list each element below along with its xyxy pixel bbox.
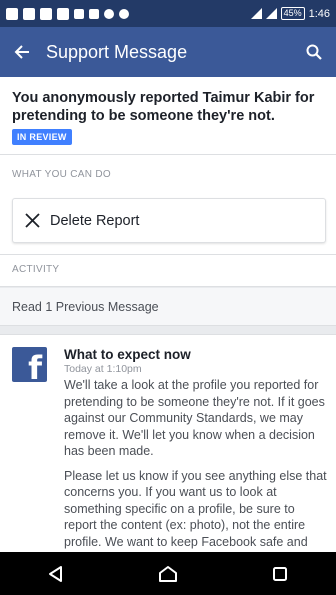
arrow-left-icon — [14, 45, 29, 59]
gallery-icon — [57, 7, 69, 20]
what-you-can-do-label: WHAT YOU CAN DO — [12, 169, 111, 180]
status-right: 45% 1:46 — [250, 7, 330, 20]
search-icon — [306, 44, 322, 60]
nav-back-button[interactable] — [26, 552, 86, 595]
message-icon — [6, 7, 18, 20]
search-button[interactable] — [292, 27, 336, 77]
support-message: f What to expect now Today at 1:10pm We'… — [0, 334, 336, 552]
what-you-can-do-section: WHAT YOU CAN DO Delete Report — [0, 155, 336, 255]
nav-home-button[interactable] — [138, 552, 198, 595]
message-paragraph-1: We'll take a look at the profile you rep… — [64, 378, 325, 458]
message-body: What to expect now Today at 1:10pm We'll… — [64, 347, 328, 550]
home-icon — [159, 565, 177, 582]
page-title: Support Message — [46, 41, 188, 62]
close-icon — [74, 8, 84, 19]
triangle-back-icon — [49, 565, 62, 582]
report-title: You anonymously reported Taimur Kabir fo… — [12, 90, 315, 124]
app-bar: Support Message — [0, 27, 336, 77]
status-bar: 45% 1:46 — [0, 0, 336, 27]
signal-icon — [250, 8, 262, 19]
recents-icon — [273, 566, 287, 581]
message-timestamp: Today at 1:10pm — [64, 363, 142, 375]
message-paragraph-2: Please let us know if you see anything e… — [64, 468, 327, 549]
battery-indicator: 45% — [280, 7, 305, 20]
delete-report-button[interactable]: Delete Report — [12, 198, 326, 243]
wifi-icon — [119, 8, 129, 19]
navigation-bar — [0, 552, 336, 595]
back-button[interactable] — [0, 27, 44, 77]
facebook-icon — [23, 7, 35, 20]
status-badge: IN REVIEW — [12, 129, 72, 145]
activity-label: ACTIVITY — [12, 264, 60, 275]
signal-icon-2 — [265, 8, 277, 19]
notification-icons — [6, 7, 251, 20]
activity-section: ACTIVITY — [0, 255, 336, 287]
nav-recents-button[interactable] — [250, 552, 310, 595]
facebook-logo-icon: f — [12, 347, 47, 382]
report-header: You anonymously reported Taimur Kabir fo… — [0, 77, 336, 155]
read-previous-messages[interactable]: Read 1 Previous Message — [0, 288, 336, 326]
image-icon — [40, 7, 52, 20]
read-previous-link[interactable]: Read 1 Previous Message — [12, 300, 159, 314]
clock: 1:46 — [308, 7, 330, 20]
sync-icon — [104, 8, 114, 19]
message-title: What to expect now — [64, 347, 191, 362]
delete-report-label: Delete Report — [50, 212, 140, 229]
close-icon — [25, 213, 40, 228]
nfc-icon — [89, 8, 99, 19]
